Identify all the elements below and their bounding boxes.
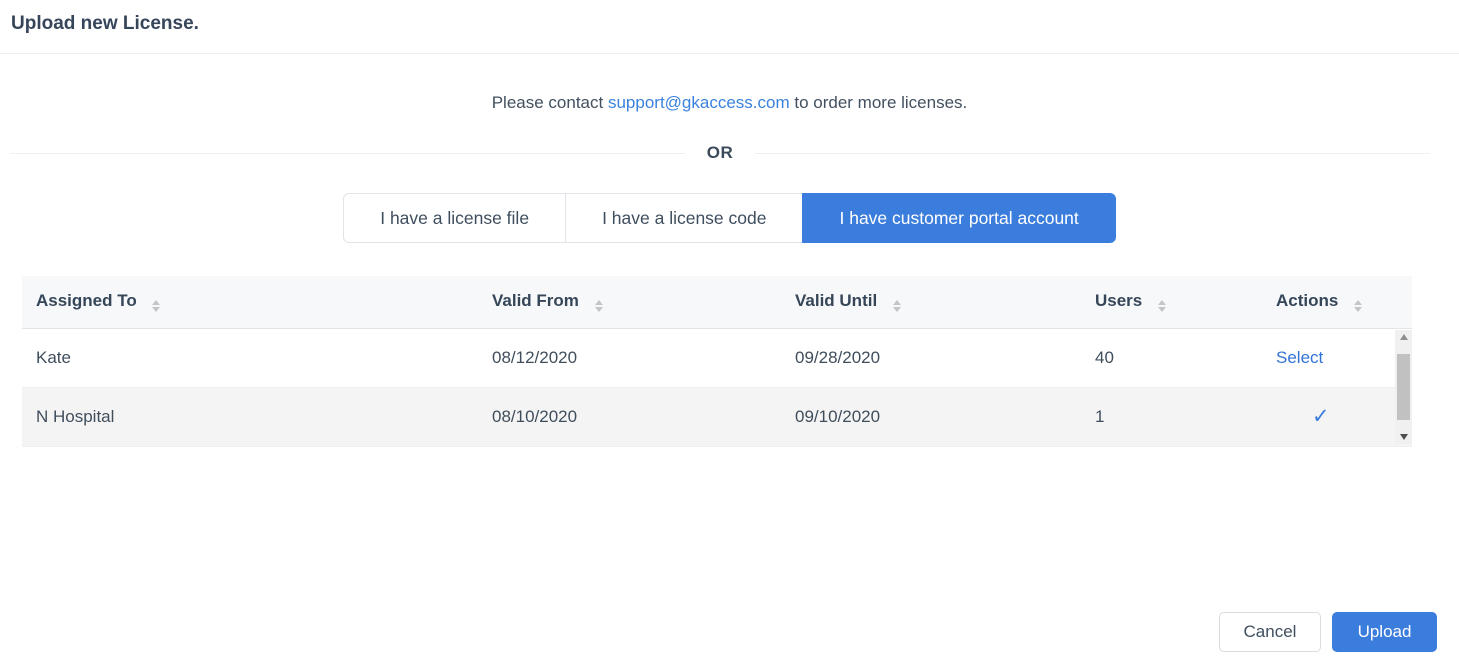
sort-icon[interactable]: [152, 300, 160, 312]
sort-icon[interactable]: [1158, 300, 1166, 312]
or-separator-line-left: [10, 153, 685, 154]
cell-assigned-to: N Hospital: [22, 387, 480, 446]
contact-message-prefix: Please contact: [492, 93, 608, 112]
column-header-users[interactable]: Users: [1083, 276, 1257, 328]
licenses-table: Assigned To Valid From Valid Until Users…: [22, 276, 1412, 447]
sort-icon[interactable]: [1354, 300, 1362, 312]
license-method-tabs: I have a license file I have a license c…: [0, 193, 1459, 243]
tab-license-code[interactable]: I have a license code: [565, 193, 803, 243]
page-title: Upload new License.: [11, 13, 1459, 35]
cancel-button[interactable]: Cancel: [1219, 612, 1321, 652]
sort-icon[interactable]: [595, 300, 603, 312]
or-separator: OR: [0, 141, 1459, 165]
tab-customer-portal-account[interactable]: I have customer portal account: [802, 193, 1115, 243]
cell-valid-from: 08/12/2020: [480, 328, 783, 387]
cell-actions: Select: [1257, 328, 1412, 387]
column-header-actions[interactable]: Actions: [1257, 276, 1412, 328]
or-separator-line-right: [755, 153, 1430, 154]
sort-icon[interactable]: [893, 300, 901, 312]
table-row: Kate 08/12/2020 09/28/2020 40 Select: [22, 328, 1412, 387]
table-header-row: Assigned To Valid From Valid Until Users…: [22, 276, 1412, 328]
column-header-valid-from[interactable]: Valid From: [480, 276, 783, 328]
upload-button[interactable]: Upload: [1332, 612, 1437, 652]
tab-license-file[interactable]: I have a license file: [343, 193, 566, 243]
table-scrollbar[interactable]: [1395, 330, 1412, 444]
contact-message: Please contact support@gkaccess.com to o…: [0, 93, 1459, 113]
cell-valid-until: 09/10/2020: [783, 387, 1083, 446]
scroll-up-icon[interactable]: [1400, 334, 1408, 340]
cell-users: 40: [1083, 328, 1257, 387]
cell-assigned-to: Kate: [22, 328, 480, 387]
check-icon: ✓: [1312, 404, 1330, 429]
cell-valid-from: 08/10/2020: [480, 387, 783, 446]
contact-message-suffix: to order more licenses.: [790, 93, 968, 112]
column-header-assigned-to[interactable]: Assigned To: [22, 276, 480, 328]
scroll-down-icon[interactable]: [1400, 434, 1408, 440]
cell-actions: ✓: [1257, 387, 1412, 446]
select-license-link[interactable]: Select: [1276, 348, 1323, 367]
cell-users: 1: [1083, 387, 1257, 446]
dialog-header: Upload new License.: [0, 0, 1459, 54]
or-separator-label: OR: [685, 143, 756, 163]
scrollbar-thumb[interactable]: [1397, 354, 1410, 420]
table-row: N Hospital 08/10/2020 09/10/2020 1 ✓: [22, 387, 1412, 446]
column-header-valid-until[interactable]: Valid Until: [783, 276, 1083, 328]
dialog-footer: Cancel Upload: [1219, 612, 1437, 652]
support-email-link[interactable]: support@gkaccess.com: [608, 93, 790, 112]
cell-valid-until: 09/28/2020: [783, 328, 1083, 387]
